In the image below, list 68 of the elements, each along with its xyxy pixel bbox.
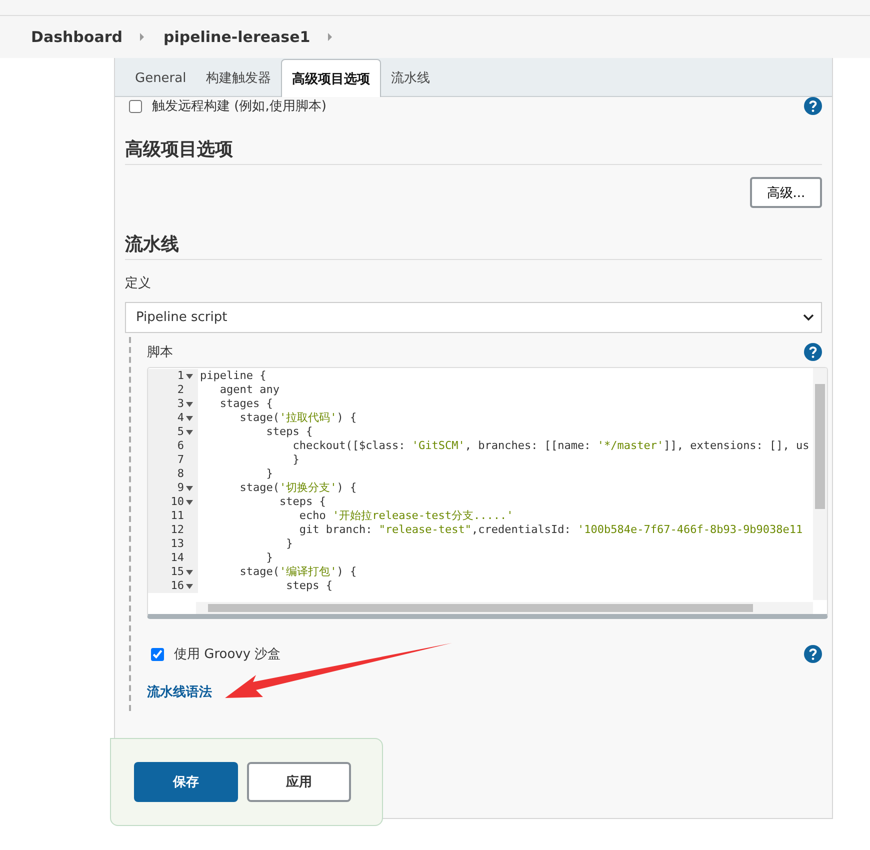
line-number: 10 (170, 495, 184, 509)
code-line: stage('拉取代码') { (238, 411, 357, 425)
checkbox[interactable] (151, 648, 164, 660)
code-line: echo '开始拉release-test分支.....' (298, 509, 514, 523)
tab[interactable]: General (125, 60, 196, 96)
chevron-down-icon (803, 314, 814, 321)
code-line: steps { (278, 495, 326, 509)
caret-icon[interactable] (139, 32, 146, 42)
tab[interactable]: 构建触发器 (196, 60, 282, 96)
breadcrumb-link[interactable]: pipeline-lerease1 (163, 28, 310, 46)
line-number: 9 (177, 481, 184, 495)
line-number: 7 (177, 453, 184, 467)
line-number: 8 (177, 467, 184, 481)
fold-caret-icon[interactable] (186, 486, 193, 490)
field-label: 定义 (125, 275, 152, 292)
code-line: stage('切换分支') { (238, 481, 357, 495)
fold-caret-icon[interactable] (186, 570, 193, 574)
help-icon[interactable] (804, 343, 822, 361)
fold-caret-icon[interactable] (186, 402, 193, 406)
code-line: steps { (285, 579, 332, 593)
fold-caret-icon[interactable] (186, 430, 193, 434)
line-number: 4 (177, 411, 184, 425)
code-line: agent any (218, 383, 280, 397)
checkbox-label: 使用 Groovy 沙盒 (174, 646, 281, 663)
line-number: 12 (170, 523, 184, 537)
caret-icon[interactable] (327, 32, 334, 42)
code-line: } (265, 467, 273, 481)
code-line: checkout([$class: 'GitSCM', branches: [[name: '*/master']], extensions: [], us (292, 439, 810, 453)
help-icon[interactable] (804, 97, 822, 115)
code-line: steps { (265, 425, 313, 439)
fold-caret-icon[interactable] (186, 584, 193, 588)
checkbox-label: 触发远程构建 (例如,使用脚本) (152, 98, 326, 115)
apply-button[interactable]: 应用 (247, 762, 351, 802)
section-heading: 流水线 (125, 232, 822, 260)
field-label: 脚本 (147, 344, 173, 361)
code-line: } (292, 453, 300, 467)
fold-caret-icon[interactable] (186, 374, 193, 378)
code-line: } (285, 537, 293, 551)
tab[interactable]: 流水线 (381, 60, 440, 96)
section-heading: 高级项目选项 (125, 137, 822, 165)
line-number: 16 (170, 579, 184, 593)
code-line: pipeline { (199, 369, 266, 383)
code-line: git branch: "release-test",credentialsId: '100b584e-7f67-466f-8b93-9b9038e11 (298, 523, 803, 537)
checkbox[interactable] (129, 100, 142, 112)
definition-dropdown[interactable]: Pipeline script (125, 302, 822, 333)
line-number: 15 (170, 565, 184, 579)
line-number: 5 (177, 425, 184, 439)
line-number: 11 (170, 509, 184, 523)
line-number: 14 (170, 551, 184, 565)
code-line: } (265, 551, 273, 565)
line-number: 13 (170, 537, 184, 551)
breadcrumb-link[interactable]: Dashboard (31, 28, 122, 46)
fold-caret-icon[interactable] (186, 500, 193, 504)
advanced-button[interactable]: 高级... (750, 177, 822, 208)
code-line: stage('编译打包') { (238, 565, 357, 579)
line-number: 1 (177, 369, 184, 383)
code-line: stages { (218, 397, 273, 411)
syntax-link[interactable]: 流水线语法 (147, 683, 212, 701)
help-icon[interactable] (804, 645, 822, 663)
save-button[interactable]: 保存 (134, 762, 238, 802)
line-number: 2 (177, 383, 184, 397)
horizontal-scrollbar[interactable] (196, 602, 813, 614)
fold-caret-icon[interactable] (186, 416, 193, 420)
vertical-scrollbar[interactable] (813, 368, 827, 600)
line-number: 6 (177, 439, 184, 453)
line-number: 3 (177, 397, 184, 411)
code-editor[interactable] (147, 367, 828, 619)
tab[interactable]: 高级项目选项 (281, 59, 382, 97)
